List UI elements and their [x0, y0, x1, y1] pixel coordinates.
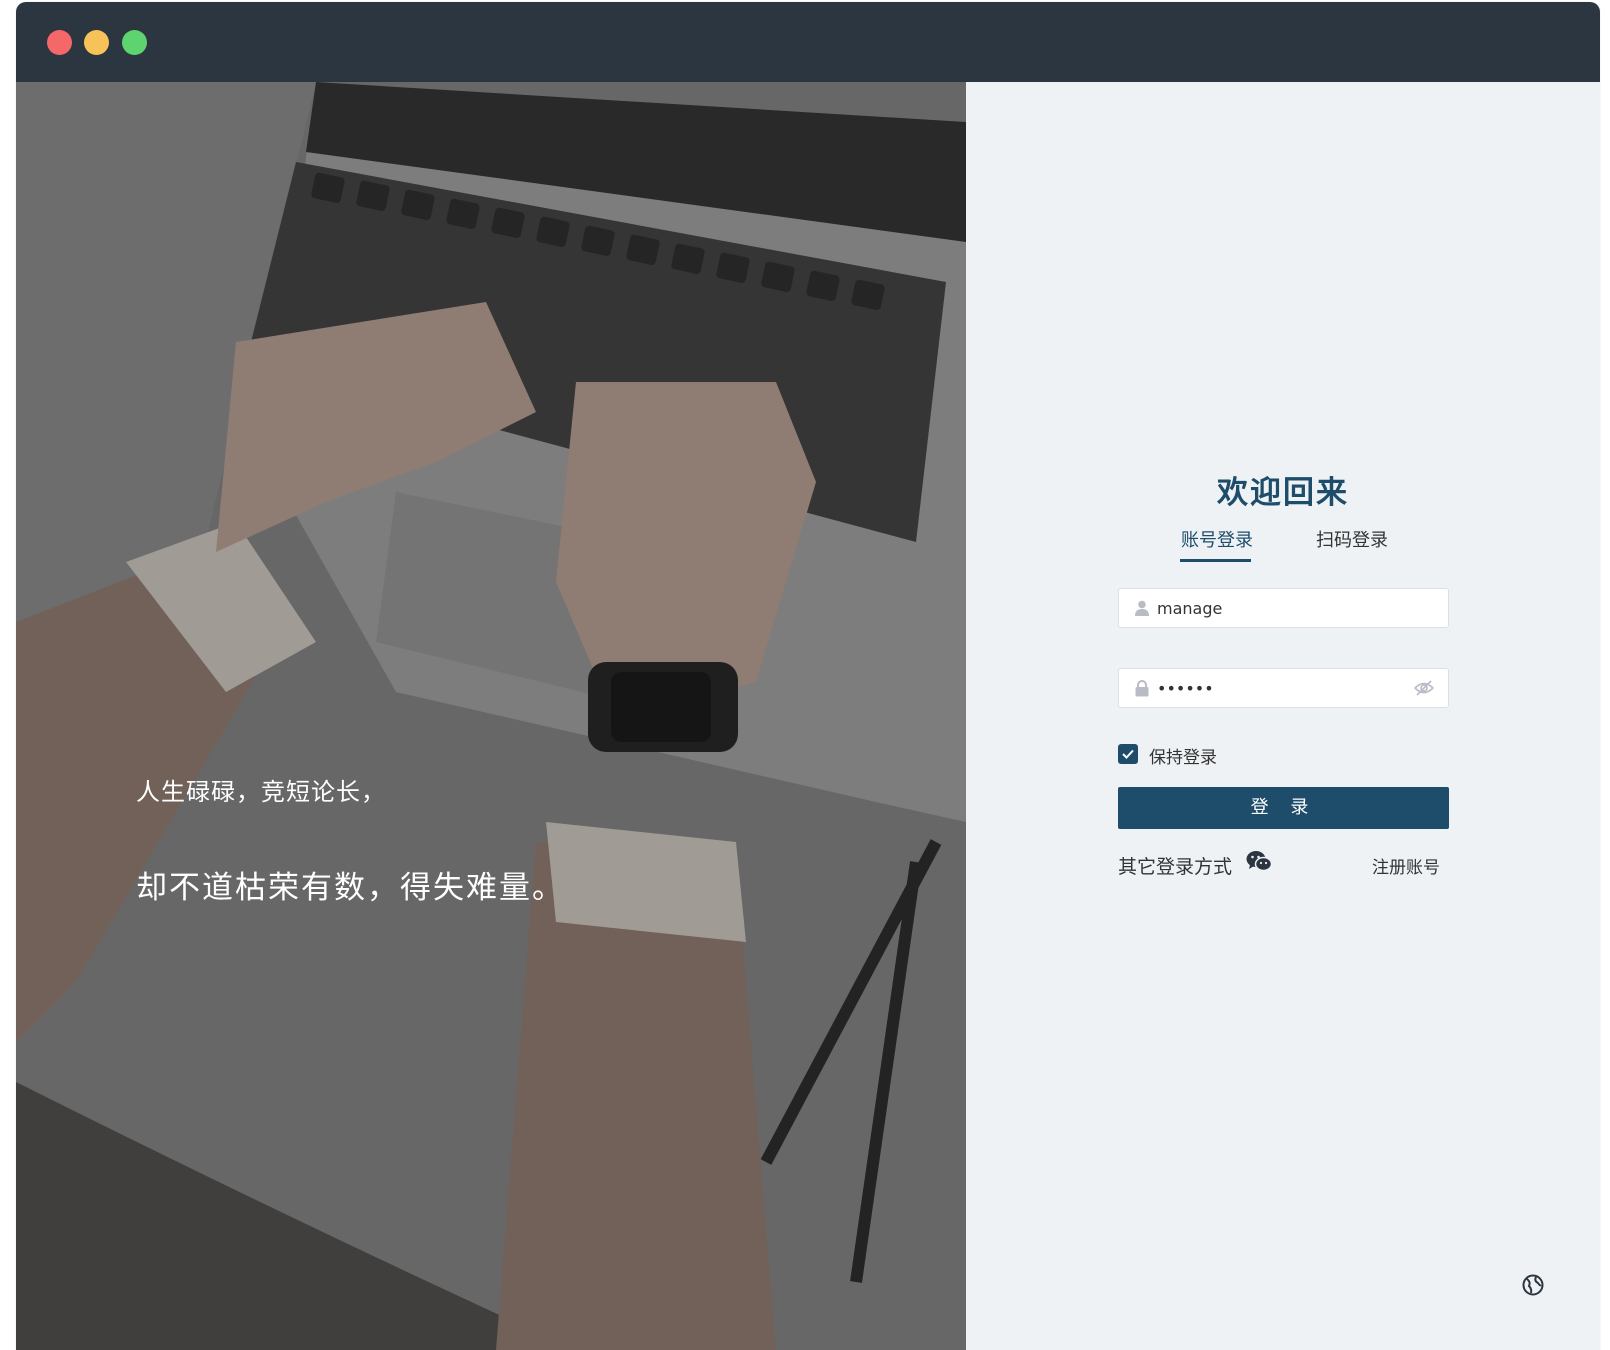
- quote-line-2: 却不道枯荣有数，得失难量。: [136, 870, 565, 906]
- remember-checkbox[interactable]: [1118, 744, 1138, 764]
- minimize-window-button[interactable]: [84, 30, 109, 55]
- login-panel: 欢迎回来 账号登录 扫码登录 manage •••••• 保持登录 登 录 其它…: [966, 82, 1600, 1350]
- tab-qrcode-login[interactable]: 扫码登录: [1316, 526, 1388, 552]
- laptop-typing-photo: [16, 82, 966, 1350]
- password-field[interactable]: [1118, 668, 1449, 708]
- close-window-button[interactable]: [47, 30, 72, 55]
- welcome-title: 欢迎回来: [1217, 475, 1349, 511]
- login-button[interactable]: 登 录: [1118, 787, 1449, 829]
- check-icon: [1122, 749, 1134, 759]
- register-link[interactable]: 注册账号: [1372, 853, 1440, 878]
- lock-icon: [1135, 680, 1149, 701]
- remember-label[interactable]: 保持登录: [1149, 743, 1217, 768]
- other-login-label: 其它登录方式: [1118, 856, 1233, 878]
- app-window: 人生碌碌，竞短论长， 却不道枯荣有数，得失难量。 欢迎回来 账号登录 扫码登录: [16, 2, 1600, 1350]
- quote-line-1: 人生碌碌，竞短论长，: [136, 778, 386, 806]
- tab-account-login[interactable]: 账号登录: [1181, 526, 1253, 552]
- globe-icon[interactable]: [1522, 1274, 1544, 1300]
- hero-photo-panel: 人生碌碌，竞短论长， 却不道枯荣有数，得失难量。: [16, 82, 966, 1350]
- active-tab-indicator: [1180, 559, 1251, 562]
- wechat-icon[interactable]: [1246, 850, 1273, 876]
- maximize-window-button[interactable]: [122, 30, 147, 55]
- user-icon: [1135, 600, 1149, 620]
- eye-off-icon[interactable]: [1413, 679, 1435, 701]
- username-input[interactable]: [1157, 589, 1407, 627]
- username-field[interactable]: [1118, 588, 1449, 628]
- window-titlebar: [16, 2, 1600, 82]
- password-input[interactable]: [1157, 669, 1407, 707]
